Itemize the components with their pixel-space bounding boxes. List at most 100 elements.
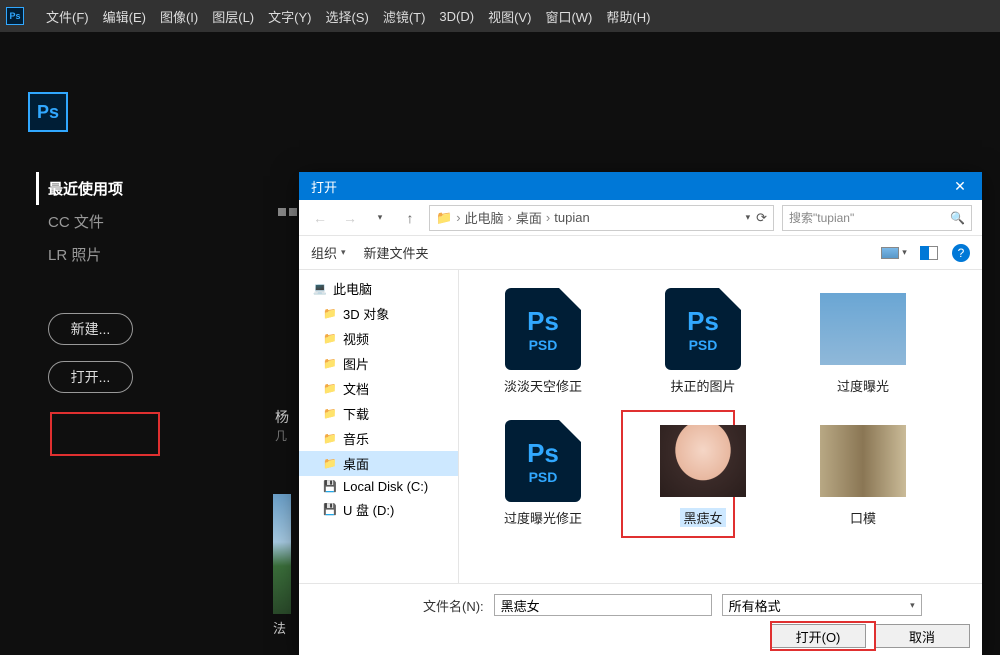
- dialog-title: 打开: [311, 177, 337, 196]
- tree-item-label: 下载: [343, 404, 369, 423]
- folder-icon: 📁: [323, 307, 337, 321]
- file-thumbnail: PsPSD: [660, 286, 746, 372]
- nav-recent-icon[interactable]: ▾: [369, 207, 391, 229]
- tree-item[interactable]: 📁 桌面: [299, 451, 458, 476]
- folder-icon: 📁: [436, 210, 452, 226]
- help-icon[interactable]: ?: [952, 244, 970, 262]
- chevron-down-icon: ▾: [910, 600, 915, 611]
- file-thumbnail: [820, 286, 906, 372]
- tree-item[interactable]: 📁 下载: [299, 401, 458, 426]
- file-label: 淡淡天空修正: [504, 376, 582, 395]
- ps-logo-icon: Ps: [6, 7, 24, 25]
- disk-icon: 💾: [323, 480, 337, 494]
- file-label: 扶正的图片: [670, 376, 735, 395]
- file-thumbnail: [660, 418, 746, 504]
- pc-icon: 💻: [313, 282, 327, 296]
- file-thumbnail: PsPSD: [500, 418, 586, 504]
- breadcrumb-seg[interactable]: 桌面: [516, 208, 542, 227]
- photoshop-menubar: Ps 文件(F) 编辑(E) 图像(I) 图层(L) 文字(Y) 选择(S) 滤…: [0, 0, 1000, 32]
- tree-item-label: U 盘 (D:): [343, 500, 394, 519]
- tree-item[interactable]: 💾 U 盘 (D:): [299, 497, 458, 522]
- breadcrumb-seg[interactable]: tupian: [554, 210, 589, 225]
- tree-item-label: 图片: [343, 354, 369, 373]
- recent-thumb-meta: 几: [275, 427, 287, 444]
- nav-back-icon[interactable]: ←: [309, 207, 331, 229]
- folder-icon: 📁: [323, 457, 337, 471]
- filename-label: 文件名(N):: [423, 596, 484, 615]
- menu-file[interactable]: 文件(F): [46, 7, 89, 26]
- tree-item-label: 3D 对象: [343, 304, 389, 323]
- filename-input[interactable]: [494, 594, 712, 616]
- folder-tree: 💻 此电脑 📁 3D 对象 📁 视频 📁 图片 📁文档 📁 下载 📁 音乐 📁 桌面 💾 Local Disk …: [299, 270, 459, 583]
- tab-cc-files[interactable]: CC 文件: [48, 205, 200, 238]
- menu-layer[interactable]: 图层(L): [212, 7, 254, 26]
- file-item[interactable]: 过度曝光: [783, 280, 943, 412]
- folder-icon: 📁: [323, 332, 337, 346]
- tab-recent[interactable]: 最近使用项: [48, 172, 200, 205]
- nav-forward-icon[interactable]: →: [339, 207, 361, 229]
- menu-select[interactable]: 选择(S): [325, 7, 368, 26]
- file-label: 口模: [850, 508, 876, 527]
- disk-icon: 💾: [323, 503, 337, 517]
- tree-item[interactable]: 📁 图片: [299, 351, 458, 376]
- menu-edit[interactable]: 编辑(E): [103, 7, 146, 26]
- tree-item-label: 桌面: [343, 454, 369, 473]
- breadcrumb[interactable]: 📁 › 此电脑 › 桌面 › tupian ▾ ⟳: [429, 205, 774, 231]
- breadcrumb-seg[interactable]: 此电脑: [465, 208, 504, 227]
- dialog-titlebar[interactable]: 打开 ✕: [299, 172, 982, 200]
- recent-thumb-label: 杨: [275, 407, 289, 427]
- file-label: 黑痣女: [680, 508, 725, 527]
- organize-button[interactable]: 组织 ▾: [311, 243, 346, 262]
- file-item[interactable]: 口模: [783, 412, 943, 544]
- file-grid: PsPSD 淡淡天空修正 PsPSD 扶正的图片 过度曝光 PsPSD 过度曝光修正 黑痣女 口…: [459, 270, 982, 583]
- dialog-cancel-button[interactable]: 取消: [874, 624, 970, 648]
- menu-type[interactable]: 文字(Y): [268, 7, 311, 26]
- tree-item[interactable]: 💻 此电脑: [299, 276, 458, 301]
- refresh-icon[interactable]: ⟳: [756, 210, 767, 226]
- tree-item[interactable]: 📁文档: [299, 376, 458, 401]
- folder-icon: 📁: [323, 357, 337, 371]
- filetype-filter[interactable]: 所有格式 ▾: [722, 594, 922, 616]
- new-button[interactable]: 新建...: [48, 313, 133, 345]
- tree-item-label: Local Disk (C:): [343, 479, 428, 494]
- tree-item-label: 音乐: [343, 429, 369, 448]
- search-input[interactable]: 搜索"tupian" 🔍: [782, 205, 972, 231]
- tree-item[interactable]: 💾 Local Disk (C:): [299, 476, 458, 497]
- menu-filter[interactable]: 滤镜(T): [383, 7, 426, 26]
- recent-thumbnail[interactable]: [273, 494, 291, 614]
- folder-icon: 📁: [323, 432, 337, 446]
- tree-item-label: 文档: [343, 379, 369, 398]
- new-folder-button[interactable]: 新建文件夹: [364, 243, 429, 262]
- ps-logo-large-icon: Ps: [28, 92, 68, 132]
- menu-image[interactable]: 图像(I): [160, 7, 198, 26]
- nav-up-icon[interactable]: ↑: [399, 207, 421, 229]
- dialog-open-button[interactable]: 打开(O): [770, 624, 866, 648]
- folder-icon: 📁: [323, 407, 337, 421]
- menu-3d[interactable]: 3D(D): [439, 9, 474, 24]
- tree-item[interactable]: 📁 视频: [299, 326, 458, 351]
- file-item[interactable]: PsPSD 过度曝光修正: [463, 412, 623, 544]
- file-item[interactable]: PsPSD 扶正的图片: [623, 280, 783, 412]
- tab-lr-photos[interactable]: LR 照片: [48, 238, 200, 271]
- tree-item-label: 视频: [343, 329, 369, 348]
- file-item[interactable]: PsPSD 淡淡天空修正: [463, 280, 623, 412]
- chevron-down-icon[interactable]: ▾: [746, 212, 751, 223]
- search-placeholder: 搜索"tupian": [789, 209, 854, 226]
- dialog-footer: 文件名(N): 所有格式 ▾ 打开(O) 取消: [299, 583, 982, 655]
- menu-view[interactable]: 视图(V): [488, 7, 531, 26]
- menu-help[interactable]: 帮助(H): [606, 7, 650, 26]
- file-label: 过度曝光: [837, 376, 889, 395]
- file-label: 过度曝光修正: [504, 508, 582, 527]
- file-thumbnail: [820, 418, 906, 504]
- view-mode-button[interactable]: ▾: [880, 242, 908, 264]
- menu-window[interactable]: 窗口(W): [545, 7, 592, 26]
- tree-item[interactable]: 📁 3D 对象: [299, 301, 458, 326]
- file-item[interactable]: 黑痣女: [623, 412, 783, 544]
- file-thumbnail: PsPSD: [500, 286, 586, 372]
- tree-item[interactable]: 📁 音乐: [299, 426, 458, 451]
- open-button[interactable]: 打开...: [48, 361, 133, 393]
- search-icon: 🔍: [950, 211, 965, 225]
- preview-pane-button[interactable]: [916, 242, 944, 264]
- tree-item-label: 此电脑: [333, 279, 372, 298]
- close-button[interactable]: ✕: [938, 172, 982, 200]
